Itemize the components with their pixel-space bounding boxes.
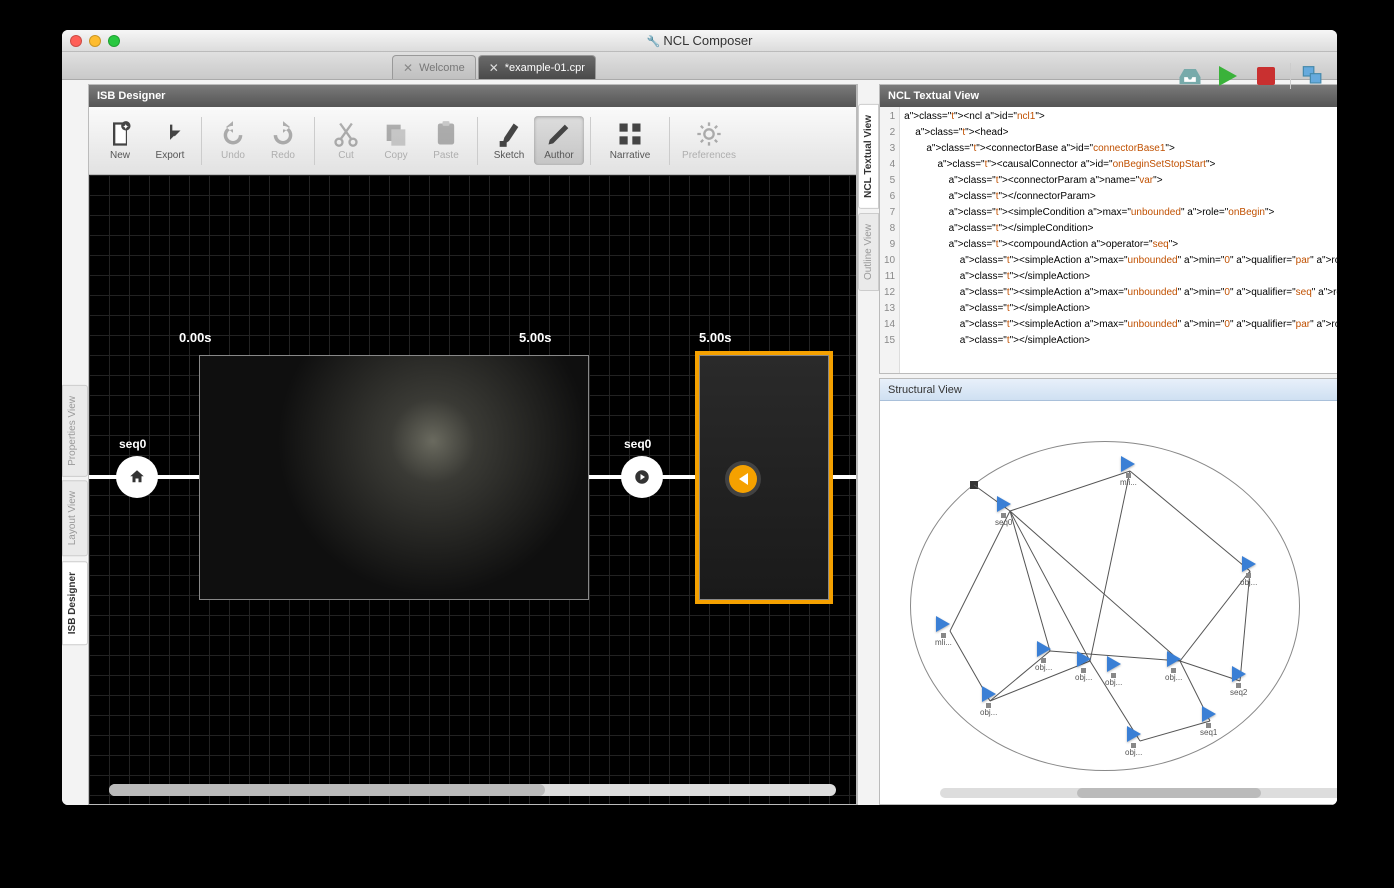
- global-toolbar: [1176, 58, 1329, 94]
- timeline-canvas[interactable]: 0.00s 5.00s 5.00s seq0 seq0: [89, 175, 856, 804]
- app-window: NCL Composer ✕ Welcome ✕ *example-01.cpr…: [62, 30, 1337, 805]
- node-label: seq0: [624, 437, 651, 451]
- graph-edges: [880, 401, 1337, 782]
- graph-node[interactable]: obj...: [1240, 556, 1257, 587]
- minimize-window-button[interactable]: [89, 35, 101, 47]
- stop-button[interactable]: [1252, 62, 1280, 90]
- cut-button[interactable]: Cut: [321, 116, 371, 165]
- node-label: seq0: [119, 437, 146, 451]
- sketch-button[interactable]: Sketch: [484, 116, 534, 165]
- play-button[interactable]: [1214, 62, 1242, 90]
- time-label: 5.00s: [519, 330, 552, 345]
- graph-node[interactable]: obj...: [1105, 656, 1122, 687]
- sidetab-isb[interactable]: ISB Designer: [62, 561, 88, 645]
- author-button[interactable]: Author: [534, 116, 584, 165]
- time-label: 0.00s: [179, 330, 212, 345]
- graph-node[interactable]: seq2: [1230, 666, 1247, 697]
- titlebar: NCL Composer: [62, 30, 1337, 52]
- undo-button[interactable]: Undo: [208, 116, 258, 165]
- next-node[interactable]: [624, 459, 660, 495]
- tab-welcome[interactable]: ✕ Welcome: [392, 55, 476, 79]
- graph-node[interactable]: obj...: [1165, 651, 1182, 682]
- close-window-button[interactable]: [70, 35, 82, 47]
- media-clip[interactable]: [199, 355, 589, 600]
- paste-button[interactable]: Paste: [421, 116, 471, 165]
- code-editor[interactable]: 123456789101112131415 a">class="t"><ncl …: [880, 107, 1337, 373]
- new-button[interactable]: ✦New: [95, 116, 145, 165]
- sidetab-textual[interactable]: NCL Textual View: [858, 104, 879, 209]
- isb-panel: ISB Designer ✦New Export Undo Redo Cut C…: [88, 84, 857, 805]
- zoom-window-button[interactable]: [108, 35, 120, 47]
- document-tabs: ✕ Welcome ✕ *example-01.cpr: [62, 52, 1337, 80]
- tab-label: Welcome: [419, 62, 465, 74]
- play-marker-icon[interactable]: [729, 465, 757, 493]
- graph-node[interactable]: obj...: [1125, 726, 1142, 757]
- right-side-tabs: NCL Textual View Outline View: [858, 84, 879, 805]
- graph-node[interactable]: obj...: [1075, 651, 1092, 682]
- svg-text:✦: ✦: [122, 122, 129, 131]
- close-tab-icon[interactable]: ✕: [403, 61, 413, 75]
- sidetab-layout[interactable]: Layout View: [62, 480, 88, 556]
- narrative-button[interactable]: Narrative: [597, 116, 663, 165]
- structural-graph[interactable]: seq0 mli... mli... obj... obj... obj... obj...…: [880, 401, 1337, 782]
- redo-button[interactable]: Redo: [258, 116, 308, 165]
- layout-panels-icon[interactable]: [1301, 62, 1329, 90]
- media-clip-selected[interactable]: [699, 355, 829, 600]
- tab-label: *example-01.cpr: [505, 62, 585, 74]
- structural-scrollbar[interactable]: [940, 788, 1337, 798]
- time-label: 5.00s: [699, 330, 732, 345]
- export-button[interactable]: Export: [145, 116, 195, 165]
- sidetab-outline[interactable]: Outline View: [858, 213, 879, 291]
- sidetab-properties[interactable]: Properties View: [62, 385, 88, 477]
- isb-toolbar: ✦New Export Undo Redo Cut Copy Paste Ske…: [89, 107, 856, 175]
- close-tab-icon[interactable]: ✕: [489, 61, 499, 75]
- tab-example[interactable]: ✕ *example-01.cpr: [478, 55, 596, 79]
- horizontal-scrollbar[interactable]: [109, 784, 836, 796]
- structural-header: Structural View ⤢✕: [880, 379, 1337, 401]
- copy-button[interactable]: Copy: [371, 116, 421, 165]
- graph-node[interactable]: obj...: [980, 686, 997, 717]
- inbox-icon[interactable]: [1176, 62, 1204, 90]
- left-side-tabs: Properties View Layout View ISB Designer: [62, 84, 88, 805]
- graph-node[interactable]: seq0: [995, 496, 1012, 527]
- preferences-button[interactable]: Preferences: [676, 116, 742, 165]
- graph-node[interactable]: mli...: [1120, 456, 1137, 487]
- window-title: NCL Composer: [62, 33, 1337, 48]
- graph-node[interactable]: obj...: [1035, 641, 1052, 672]
- structural-view-panel: Structural View ⤢✕: [879, 378, 1337, 805]
- graph-node[interactable]: mli...: [935, 616, 952, 647]
- graph-node[interactable]: seq1: [1200, 706, 1217, 737]
- home-node[interactable]: [119, 459, 155, 495]
- isb-header: ISB Designer: [89, 85, 856, 107]
- textual-view-panel: NCL Textual View 123456789101112131415 a…: [879, 84, 1337, 374]
